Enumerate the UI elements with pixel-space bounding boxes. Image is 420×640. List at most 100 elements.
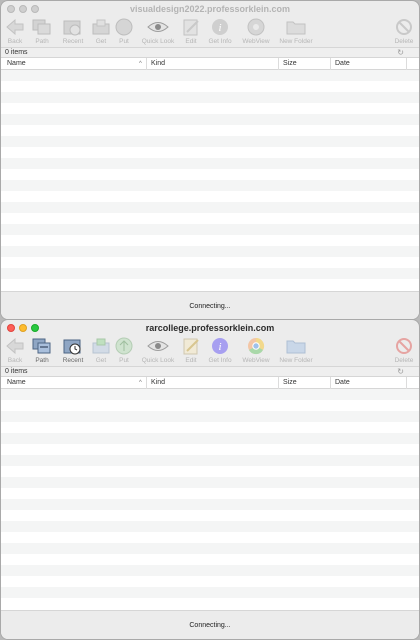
empty-row [1,246,419,257]
new-folder-icon [285,336,307,356]
item-count: 0 items [5,49,28,56]
toolbar: Back Path Recent Get Put Quick Look Edit… [1,17,419,47]
put-button[interactable]: Put [106,17,142,45]
empty-row [1,477,419,488]
get-info-button[interactable]: i Get Info [202,336,238,364]
toolbar: Back Path Recent Get Put Quick Look Edit… [1,336,419,366]
column-name[interactable]: Name [3,58,147,70]
empty-row [1,114,419,125]
ftp-browser-window-1: visualdesign2022.professorklein.com Back… [0,0,420,320]
empty-row [1,411,419,422]
empty-row [1,455,419,466]
empty-row [1,521,419,532]
status-footer: Connecting... [1,610,419,639]
quick-look-button[interactable]: Quick Look [140,17,176,45]
empty-row [1,158,419,169]
back-arrow-icon [4,17,26,37]
column-date[interactable]: Date [331,58,407,70]
refresh-icon[interactable]: ↻ [397,367,404,376]
get-info-button[interactable]: i Get Info [202,17,238,45]
column-size[interactable]: Size [279,377,331,389]
column-name[interactable]: Name [3,377,147,389]
empty-row [1,191,419,202]
titlebar[interactable]: rarcollege.professorklein.com [1,320,419,336]
empty-row [1,92,419,103]
put-icon [113,17,135,37]
item-count-bar: 0 items ↻ [1,366,419,376]
titlebar[interactable]: visualdesign2022.professorklein.com [1,1,419,17]
column-kind[interactable]: Kind [147,377,279,389]
path-icon [31,336,53,356]
empty-row [1,543,419,554]
webview-button[interactable]: WebView [238,336,274,364]
delete-button[interactable]: Delete [386,17,419,45]
empty-row [1,180,419,191]
svg-text:i: i [218,341,221,353]
empty-row [1,147,419,158]
empty-row [1,136,419,147]
window-title: rarcollege.professorklein.com [145,323,275,333]
back-arrow-icon [4,336,26,356]
empty-row [1,422,419,433]
sort-ascending-icon: ^ [139,380,142,386]
new-folder-icon [285,17,307,37]
connection-status: Connecting... [189,303,231,310]
empty-row [1,554,419,565]
empty-row [1,565,419,576]
window-title: visualdesign2022.professorklein.com [129,4,291,14]
ftp-browser-window-2: rarcollege.professorklein.com Back Path … [0,319,420,640]
column-header: Name ^ Kind Size Date [1,57,419,70]
empty-row [1,444,419,455]
delete-button[interactable]: Delete [386,336,419,364]
empty-row [1,103,419,114]
info-icon: i [209,17,231,37]
new-folder-button[interactable]: New Folder [278,336,314,364]
empty-row [1,576,419,587]
svg-text:i: i [218,22,221,34]
column-kind[interactable]: Kind [147,58,279,70]
column-date[interactable]: Date [331,377,407,389]
new-folder-button[interactable]: New Folder [278,17,314,45]
empty-row [1,268,419,279]
empty-row [1,466,419,477]
empty-row [1,81,419,92]
delete-icon [393,17,415,37]
file-list[interactable] [1,389,419,610]
refresh-icon[interactable]: ↻ [397,48,404,57]
empty-row [1,400,419,411]
empty-row [1,257,419,268]
empty-row [1,389,419,400]
empty-row [1,224,419,235]
edit-icon [180,17,202,37]
webview-icon [245,336,267,356]
empty-row [1,510,419,521]
item-count: 0 items [5,368,28,375]
empty-row [1,532,419,543]
empty-row [1,587,419,598]
webview-icon [245,17,267,37]
empty-row [1,169,419,180]
empty-row [1,213,419,224]
empty-row [1,488,419,499]
file-list[interactable] [1,70,419,291]
empty-row [1,499,419,510]
webview-button[interactable]: WebView [238,17,274,45]
empty-row [1,70,419,81]
status-footer: Connecting... [1,291,419,319]
delete-icon [393,336,415,356]
column-size[interactable]: Size [279,58,331,70]
empty-row [1,598,419,609]
empty-row [1,235,419,246]
item-count-bar: 0 items ↻ [1,47,419,57]
path-icon [31,17,53,37]
empty-row [1,202,419,213]
recent-icon [62,336,84,356]
empty-row [1,433,419,444]
info-icon: i [209,336,231,356]
quick-look-button[interactable]: Quick Look [140,336,176,364]
eye-icon [147,336,169,356]
eye-icon [147,17,169,37]
connection-status: Connecting... [189,622,231,629]
edit-icon [180,336,202,356]
put-button[interactable]: Put [106,336,142,364]
